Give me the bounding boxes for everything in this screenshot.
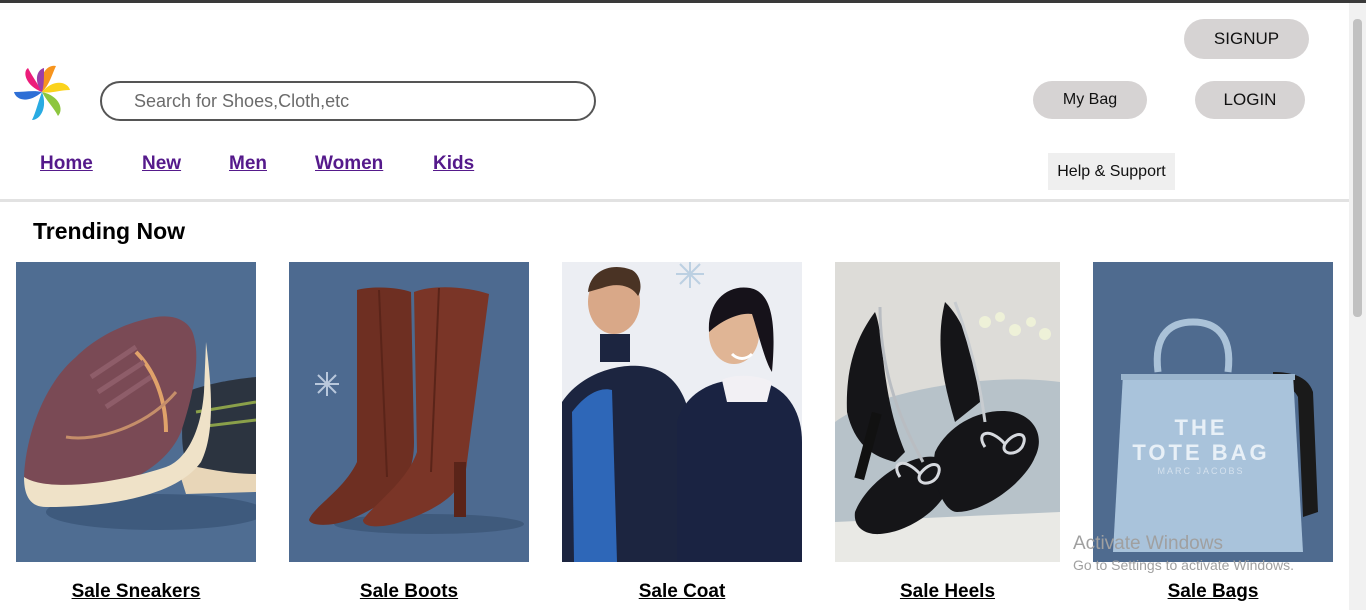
search-input[interactable] — [134, 90, 574, 112]
nav-link-new[interactable]: New — [142, 153, 181, 175]
coat-image[interactable] — [562, 262, 802, 562]
brand-logo[interactable] — [12, 62, 72, 122]
watermark-subtitle: Go to Settings to activate Windows. — [1073, 557, 1294, 573]
boots-image[interactable] — [289, 262, 529, 562]
nav-link-women[interactable]: Women — [315, 153, 383, 175]
scrollbar-thumb[interactable] — [1353, 19, 1362, 317]
watermark-title: Activate Windows — [1073, 533, 1223, 554]
bag-print-line-2: TOTE BAG — [1132, 440, 1269, 465]
sneakers-image[interactable] — [16, 262, 256, 562]
nav-link-home[interactable]: Home — [40, 153, 93, 175]
nav-link-men[interactable]: Men — [229, 153, 267, 175]
help-support-button[interactable]: Help & Support — [1048, 153, 1175, 190]
card-label-sneakers[interactable]: Sale Sneakers — [16, 581, 256, 603]
nav-link-kids[interactable]: Kids — [433, 153, 474, 175]
window-top-border — [0, 0, 1366, 3]
page-scrollbar[interactable] — [1349, 3, 1366, 610]
section-title-trending: Trending Now — [33, 218, 186, 244]
windows-activation-watermark: Activate Windows Go to Settings to activ… — [1073, 533, 1294, 573]
card-label-coat[interactable]: Sale Coat — [562, 581, 802, 603]
card-label-bags[interactable]: Sale Bags — [1093, 581, 1333, 603]
heels-image[interactable] — [835, 262, 1060, 562]
bag-image[interactable]: THE TOTE BAG MARC JACOBS — [1093, 262, 1333, 562]
search-bar[interactable] — [100, 81, 596, 121]
card-label-heels[interactable]: Sale Heels — [835, 581, 1060, 603]
bag-print-line-1: THE — [1175, 415, 1228, 440]
my-bag-button[interactable]: My Bag — [1033, 81, 1147, 119]
header-divider — [0, 199, 1349, 202]
bag-print-line-3: MARC JACOBS — [1157, 466, 1244, 476]
card-label-boots[interactable]: Sale Boots — [289, 581, 529, 603]
login-button[interactable]: LOGIN — [1195, 81, 1305, 119]
signup-button[interactable]: SIGNUP — [1184, 19, 1309, 59]
